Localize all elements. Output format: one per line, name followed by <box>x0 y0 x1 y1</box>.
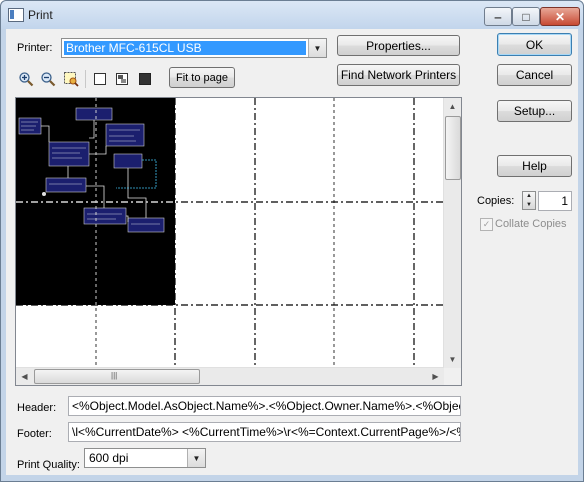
vertical-scroll-thumb[interactable] <box>445 116 461 180</box>
horizontal-scrollbar[interactable]: ◀ ||| ▶ <box>16 367 444 385</box>
app-icon <box>8 8 24 22</box>
header-input[interactable]: <%Object.Model.AsObject.Name%>.<%Object.… <box>68 396 461 416</box>
printer-select[interactable]: Brother MFC-615CL USB ▼ <box>61 38 327 58</box>
footer-input[interactable]: \l<%CurrentDate%> <%CurrentTime%>\r<%=Co… <box>68 422 461 442</box>
copies-label: Copies: <box>477 195 515 207</box>
dialog-body: Printer: Brother MFC-615CL USB ▼ Propert… <box>6 29 578 475</box>
print-quality-select[interactable]: 600 dpi ▼ <box>84 448 206 468</box>
printer-label: Printer: <box>17 42 53 54</box>
chevron-down-icon[interactable]: ▼ <box>308 39 326 57</box>
help-button[interactable]: Help <box>497 155 572 177</box>
page-mixed-icon[interactable] <box>114 71 130 87</box>
scrollbar-corner <box>444 368 461 385</box>
horizontal-scroll-thumb[interactable]: ||| <box>34 369 200 384</box>
spin-down-icon[interactable]: ▼ <box>523 201 535 210</box>
close-button[interactable]: ✕ <box>540 7 580 26</box>
minimize-icon: ‒ <box>494 9 502 24</box>
printer-value: Brother MFC-615CL USB <box>64 41 306 55</box>
preview-canvas <box>16 98 444 368</box>
chevron-down-icon[interactable]: ▼ <box>187 449 205 467</box>
cancel-button[interactable]: Cancel <box>497 64 572 86</box>
maximize-icon: □ <box>522 9 530 24</box>
footer-label: Footer: <box>17 428 52 440</box>
window-title: Print <box>28 8 53 22</box>
copies-spinner[interactable]: ▲ ▼ <box>522 191 536 210</box>
page-white-icon[interactable] <box>92 71 108 87</box>
scroll-left-icon[interactable]: ◀ <box>16 368 33 385</box>
maximize-button[interactable]: □ <box>512 7 540 26</box>
setup-button[interactable]: Setup... <box>497 100 572 122</box>
zoom-in-icon[interactable] <box>18 71 34 87</box>
page-black-icon[interactable] <box>137 71 153 87</box>
properties-button[interactable]: Properties... <box>337 35 460 56</box>
title-bar[interactable]: Print ‒ □ ✕ <box>1 1 583 29</box>
print-dialog: Print ‒ □ ✕ Printer: Brother MFC-615CL U… <box>0 0 584 482</box>
collate-checkbox[interactable]: ✓ <box>480 218 493 231</box>
scroll-up-icon[interactable]: ▲ <box>444 98 461 115</box>
toolbar-separator <box>85 70 86 88</box>
ok-button[interactable]: OK <box>497 33 572 56</box>
fit-to-page-button[interactable]: Fit to page <box>169 67 235 88</box>
minimize-button[interactable]: ‒ <box>484 7 512 26</box>
zoom-out-icon[interactable] <box>40 71 56 87</box>
scroll-down-icon[interactable]: ▼ <box>444 351 461 368</box>
print-quality-label: Print Quality: <box>17 459 80 471</box>
print-quality-value: 600 dpi <box>89 451 129 465</box>
collate-label: Collate Copies <box>495 218 567 230</box>
copies-input[interactable]: 1 <box>538 191 572 211</box>
find-network-printers-button[interactable]: Find Network Printers <box>337 64 460 86</box>
spin-up-icon[interactable]: ▲ <box>523 192 535 201</box>
grip-icon: ||| <box>111 371 118 380</box>
print-preview[interactable]: ▲ ▼ ◀ ||| ▶ <box>15 97 462 386</box>
close-icon: ✕ <box>554 9 566 24</box>
vertical-scrollbar[interactable]: ▲ ▼ <box>443 98 461 368</box>
header-label: Header: <box>17 402 57 414</box>
scroll-right-icon[interactable]: ▶ <box>427 368 444 385</box>
zoom-area-icon[interactable] <box>63 71 79 87</box>
